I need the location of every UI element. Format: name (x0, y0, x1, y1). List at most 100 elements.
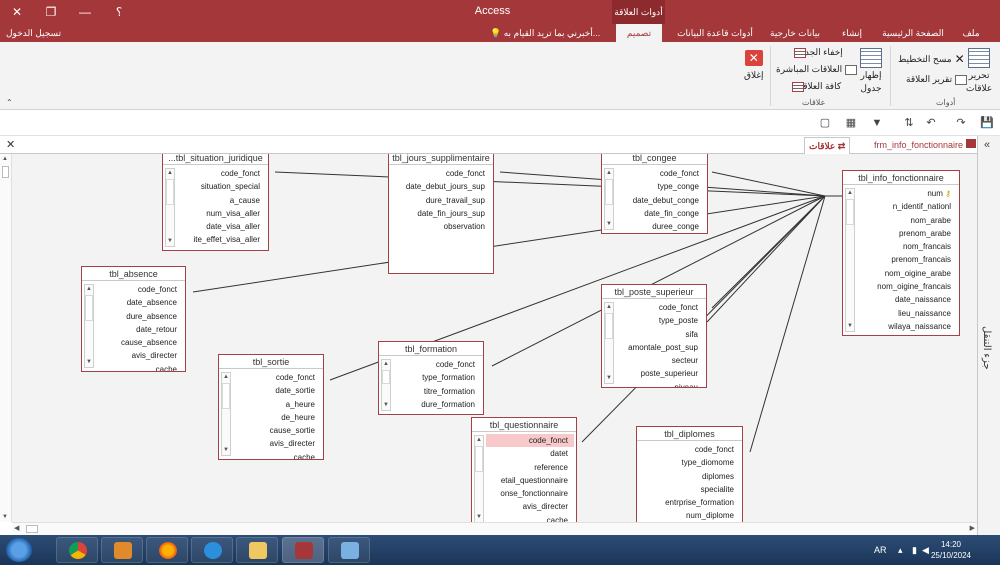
all-relationships-button[interactable]: كافة العلاقات (792, 81, 841, 92)
tab-database-tools[interactable]: أدوات قاعدة البيانات (676, 24, 754, 42)
field[interactable]: type_poste (616, 314, 704, 327)
field[interactable]: titre_formation (393, 385, 481, 398)
field[interactable]: etail_questionnaire (486, 474, 574, 487)
undo-icon[interactable]: ↶ (924, 116, 938, 130)
access-taskbar-button[interactable] (282, 537, 324, 563)
field[interactable]: num_visa_aller (177, 207, 266, 220)
table-scrollbar[interactable]: ▲ ▼ (604, 168, 614, 230)
new-object-icon[interactable]: ▢ (818, 116, 832, 130)
table-situation-juridique[interactable]: ...tbl_situation_juridique ▲ ▼ code_fonct… (162, 154, 269, 251)
help-button[interactable]: ؟ (104, 0, 134, 24)
scroll-thumb[interactable] (2, 166, 9, 178)
field[interactable]: niveau (616, 381, 704, 387)
hide-table-button[interactable]: إخفاء الجدول (794, 47, 843, 58)
field[interactable]: date_fin_conge (616, 207, 705, 220)
table-poste-superieur[interactable]: tbl_poste_superieur ▲ ▼ code_fonct type_p… (601, 284, 707, 388)
field[interactable]: date_fin_jours_sup (391, 207, 491, 220)
table-scrollbar[interactable]: ▲ ▼ (221, 372, 231, 456)
field[interactable]: amontale_post_sup (616, 341, 704, 354)
vertical-scrollbar[interactable]: ▲ ▼ (0, 154, 12, 522)
clear-layout-button[interactable]: مسح التخطيط ✕ (898, 52, 965, 66)
field[interactable]: code_fonct (616, 301, 704, 314)
field[interactable]: avis_directer (486, 500, 574, 513)
chrome-taskbar-button[interactable] (56, 537, 98, 563)
firefox-taskbar-button[interactable] (146, 537, 188, 563)
field[interactable]: situation_special (177, 180, 266, 193)
scroll-down-icon[interactable]: ▼ (2, 514, 8, 520)
close-relationships-button[interactable]: ✕ إغلاق (744, 50, 764, 81)
table-formation[interactable]: tbl_formation ▲ ▼ code_fonct type_formati… (378, 341, 484, 415)
field[interactable]: dure_formation (393, 398, 481, 411)
field[interactable]: nom_francais (857, 240, 957, 253)
tab-home[interactable]: الصفحة الرئيسية (880, 24, 946, 42)
doc-tab-form[interactable]: frm_info_fonctionnaire (870, 137, 980, 154)
field[interactable]: code_fonct (639, 443, 740, 456)
sort-icon[interactable]: ⇅ (902, 116, 916, 130)
field[interactable]: lieu_naissance (857, 307, 957, 320)
field[interactable]: code_fonct (391, 167, 491, 180)
media-player-taskbar-button[interactable] (101, 537, 143, 563)
show-table-button[interactable]: إظهار جدول (860, 48, 882, 94)
edit-relationships-button[interactable]: تحرير علاقات (966, 48, 992, 94)
scroll-thumb[interactable] (26, 525, 38, 533)
field[interactable]: code_fonct (96, 283, 183, 296)
scroll-up-icon[interactable]: ▲ (2, 156, 8, 162)
field[interactable]: dure_absence (96, 310, 183, 323)
clock[interactable]: 14:20 25/10/2024 (928, 539, 974, 561)
field[interactable]: duree_conge (616, 220, 705, 233)
table-view-icon[interactable]: ▦ (844, 116, 858, 130)
table-jours-supplimentaire[interactable]: tbl_jours_supplimentaire code_fonct date… (388, 154, 494, 274)
field[interactable]: code_fonct (616, 167, 705, 180)
field[interactable]: date_absence (96, 296, 183, 309)
field[interactable]: secteur (616, 354, 704, 367)
redo-icon[interactable]: ↷ (954, 116, 968, 130)
table-scrollbar[interactable]: ▲ ▼ (84, 284, 94, 368)
table-questionnaire[interactable]: tbl_questionnaire ▲ ▼ code_fonct datet re… (471, 417, 577, 522)
field[interactable]: avis_directer (96, 349, 183, 362)
field[interactable]: date_visa_aller (177, 220, 266, 233)
field[interactable]: wilaya_naissance (857, 320, 957, 333)
tab-file[interactable]: ملف (956, 24, 986, 42)
language-indicator[interactable]: AR (874, 535, 887, 565)
field[interactable]: cause_sortie (233, 424, 321, 437)
field[interactable]: poste_superieur (616, 367, 704, 380)
horizontal-scrollbar[interactable]: ◀ ▶ (12, 522, 977, 535)
minimize-window-button[interactable]: — (70, 0, 100, 24)
field[interactable]: num_diplome (639, 509, 740, 522)
field[interactable]: code_fonct (177, 167, 266, 180)
filter-icon[interactable]: ▼ (870, 116, 884, 130)
restore-window-button[interactable]: ❐ (36, 0, 66, 24)
field[interactable]: date_debut_jours_sup (391, 180, 491, 193)
relationship-report-button[interactable]: تقرير العلاقة (906, 74, 968, 85)
table-scrollbar[interactable]: ▲ ▼ (604, 302, 614, 384)
file-explorer-taskbar-button[interactable] (236, 537, 278, 563)
close-window-button[interactable]: ✕ (2, 0, 32, 24)
field[interactable]: nom_arabe (857, 214, 957, 227)
doc-tab-relationships[interactable]: علاقات ⇄ (804, 137, 851, 154)
field[interactable]: entrprise_formation (639, 496, 740, 509)
field[interactable]: a_cause (177, 194, 266, 207)
field[interactable]: datet (486, 447, 574, 460)
table-info-fonctionnaire[interactable]: tbl_info_fonctionnaire ▲ ▼ num ⚷ n_identi… (842, 170, 960, 336)
table-scrollbar[interactable]: ▲ ▼ (845, 188, 855, 332)
field[interactable]: diplomes (639, 470, 740, 483)
field[interactable]: type_conge (616, 180, 705, 193)
field[interactable]: cache (96, 363, 183, 371)
field[interactable]: nom_oigine_francais (857, 280, 957, 293)
network-icon[interactable]: ▮ (912, 535, 917, 565)
field[interactable]: cache (486, 514, 574, 522)
tell-me-search[interactable]: 💡 أخبرني بما تريد القيام به... (490, 24, 600, 42)
table-scrollbar[interactable]: ▲ ▼ (165, 168, 175, 247)
start-button[interactable] (6, 538, 32, 562)
field[interactable]: a_heure (233, 398, 321, 411)
tab-design[interactable]: تصميم (616, 24, 662, 42)
field[interactable]: observation (391, 220, 491, 233)
show-hidden-icons-icon[interactable]: ▴ (898, 535, 903, 565)
collapse-ribbon-icon[interactable]: ⌃ (6, 98, 13, 107)
internet-explorer-taskbar-button[interactable] (191, 537, 233, 563)
tab-external-data[interactable]: بيانات خارجية (764, 24, 826, 42)
primary-key-field[interactable]: num ⚷ (857, 187, 957, 200)
field[interactable]: date_retour (96, 323, 183, 336)
close-document-icon[interactable]: ✕ (6, 138, 15, 151)
field[interactable]: de_heure (233, 411, 321, 424)
